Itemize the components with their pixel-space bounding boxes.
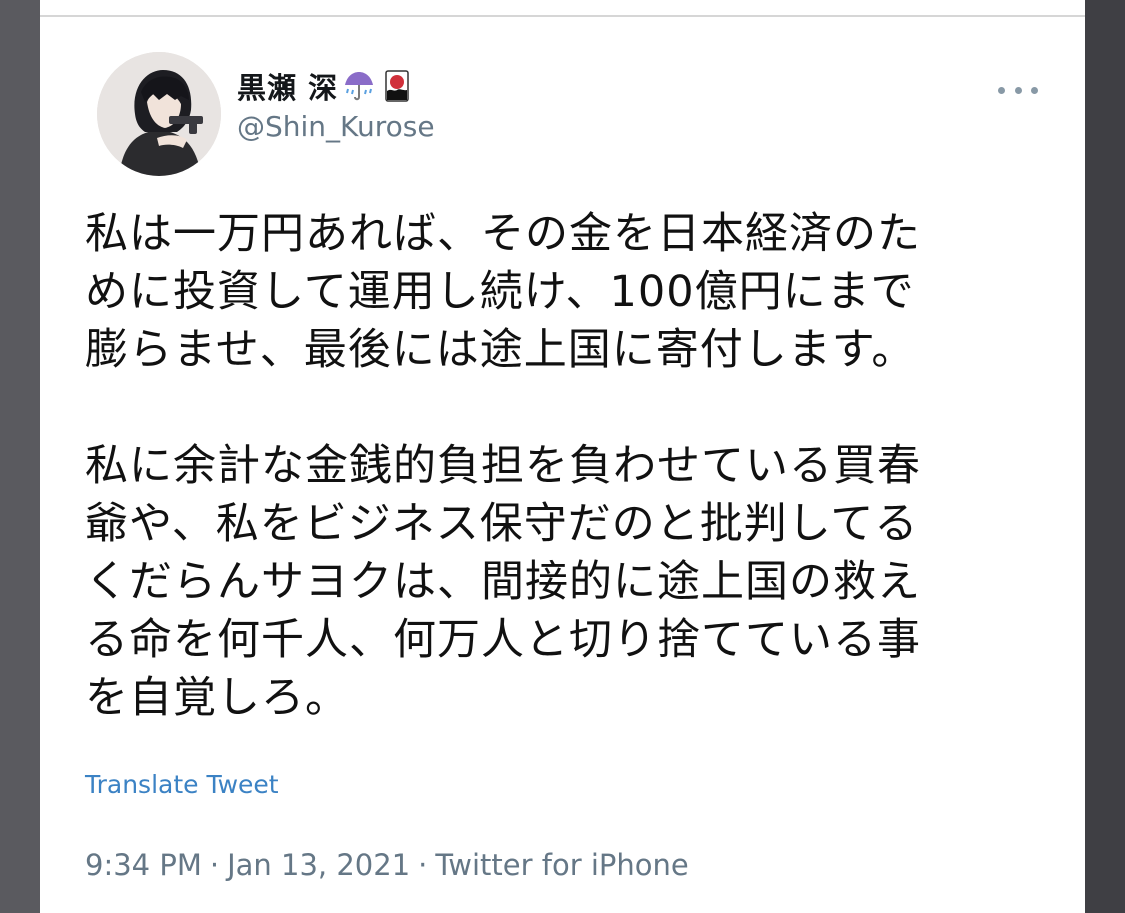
author-handle[interactable]: @Shin_Kurose [237, 110, 435, 143]
tweet-line: 膨らませ、最後には途上国に寄付します。 [85, 325, 916, 375]
background-right-edge [1085, 0, 1125, 913]
tweet-time[interactable]: 9:34 PM [85, 848, 202, 882]
author-display-name[interactable]: 黒瀬 深 [237, 65, 338, 107]
background-left-edge [0, 0, 40, 913]
tweet-line: くだらんサヨクは、間接的に途上国の救え [85, 557, 921, 607]
tweet-line: を自覚しろ。 [85, 673, 349, 723]
more-dot [1031, 86, 1038, 94]
tweet-paragraph-2: 私に余計な金銭的負担を負わせている買春 爺や、私をビジネス保守だのと批判してる … [85, 437, 1065, 727]
translate-tweet-link[interactable]: Translate Tweet [85, 770, 279, 799]
meta-separator: · [209, 848, 220, 882]
tweet-line: る命を何千人、何万人と切り捨てている事 [85, 615, 921, 665]
tweet-metadata: 9:34 PM · Jan 13, 2021 · Twitter for iPhone [85, 848, 689, 882]
tweet-source[interactable]: Twitter for iPhone [435, 848, 688, 882]
tweet-date[interactable]: Jan 13, 2021 [227, 848, 410, 882]
author-name-row[interactable]: 黒瀬 深 [237, 66, 414, 106]
top-divider [40, 15, 1085, 17]
umbrella-with-rain-icon [345, 72, 374, 101]
more-dot [1014, 86, 1022, 94]
tweet-line: めに投資して運用し続け、100億円にまで [85, 267, 915, 317]
more-options-icon[interactable] [998, 77, 1038, 103]
more-dot [998, 86, 1005, 94]
avatar[interactable] [97, 52, 221, 176]
tweet-line: 私に余計な金銭的負担を負わせている買春 [85, 441, 921, 491]
tweet-text: 私は一万円あれば、その金を日本経済のた めに投資して運用し続け、100億円にまで… [85, 205, 1065, 727]
tweet-line: 私は一万円あれば、その金を日本経済のた [85, 209, 921, 259]
meta-separator: · [418, 848, 428, 882]
tweet-line: 爺や、私をビジネス保守だのと批判してる [85, 499, 919, 549]
tweet-card: 黒瀬 深 @Shin_Kurose 私は一万円あれば、その金を日本経済のた めに… [40, 0, 1085, 913]
avatar-illustration [97, 52, 221, 176]
hanafuda-icon [385, 70, 409, 102]
tweet-paragraph-1: 私は一万円あれば、その金を日本経済のた めに投資して運用し続け、100億円にまで… [85, 205, 1065, 379]
